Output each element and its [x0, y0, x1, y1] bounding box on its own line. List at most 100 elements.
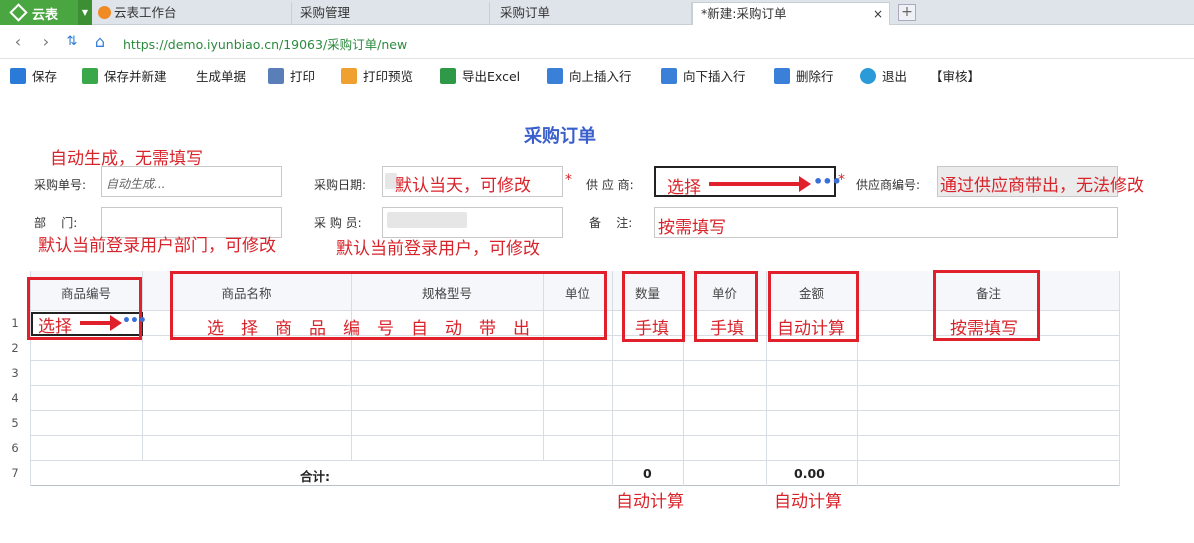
delete-row-label: 删除行: [796, 69, 834, 84]
more-options-icon[interactable]: •••: [122, 313, 147, 329]
red-arrow: [709, 176, 811, 192]
row-number: 6: [11, 441, 19, 455]
tab-label: 采购管理: [300, 5, 351, 20]
annotation-select: 选择: [667, 178, 701, 198]
brand-label: 云表: [32, 8, 59, 23]
red-arrow: [80, 315, 122, 331]
add-tab-button[interactable]: +: [898, 4, 916, 21]
close-icon[interactable]: ×: [873, 4, 883, 25]
insert-row-below-button[interactable]: 向下插入行: [661, 68, 746, 88]
tab-purchase-order[interactable]: 采购订单: [490, 2, 692, 25]
grid-line: [142, 271, 143, 461]
print-icon: [268, 68, 284, 84]
print-preview-label: 打印预览: [363, 69, 414, 84]
power-icon: [860, 68, 876, 84]
exit-button[interactable]: 退出: [860, 68, 907, 88]
audit-label: 【审核】: [930, 69, 981, 84]
more-options-icon[interactable]: •••: [813, 172, 842, 191]
export-excel-label: 导出Excel: [462, 69, 521, 84]
url-text[interactable]: https://demo.iyunbiao.cn/19063/采购订单/new: [123, 34, 407, 53]
tab-label: *新建:采购订单: [701, 6, 787, 21]
home-icon[interactable]: ⌂: [92, 33, 108, 51]
brand-menu[interactable]: 云表 ▼: [0, 0, 92, 25]
table-row[interactable]: [30, 436, 1120, 461]
grid-line: [766, 271, 767, 486]
insert-down-label: 向下插入行: [683, 69, 746, 84]
annotation-amount-auto: 自动计算: [777, 319, 845, 339]
row-number: 7: [11, 466, 19, 480]
page-title: 采购订单: [524, 126, 596, 147]
insert-up-label: 向上插入行: [569, 69, 632, 84]
insert-row-above-button[interactable]: 向上插入行: [547, 68, 632, 88]
supplier-label: 供 应 商:: [586, 178, 634, 192]
redacted-value: [387, 212, 467, 228]
toolbar: 保存 保存并新建 生成单据 打印 打印预览 导出Excel 向上插入行 向下插入…: [0, 60, 1194, 94]
caret-down-icon[interactable]: ▼: [78, 0, 92, 25]
save-new-icon: [82, 68, 98, 84]
remark-label: 备 注:: [589, 216, 633, 230]
address-bar: ‹ › ⇅ ⌂ https://demo.iyunbiao.cn/19063/采…: [0, 25, 1194, 59]
annotation-via-supplier: 通过供应商带出，无法修改: [940, 176, 1144, 196]
row-number: 2: [11, 341, 19, 355]
purchase-date-label: 采购日期:: [314, 178, 367, 192]
tab-purchase-management[interactable]: 采购管理: [292, 2, 490, 25]
total-qty: 0: [643, 466, 652, 481]
save-new-label: 保存并新建: [104, 69, 167, 84]
print-label: 打印: [290, 69, 316, 84]
tab-bar: 云表 ▼ 云表工作台 采购管理 采购订单 *新建:采购订单 × +: [0, 0, 1194, 25]
annotation-row-select: 选择: [38, 317, 72, 337]
annotation-default-today: 默认当天，可修改: [395, 176, 531, 196]
table-row[interactable]: [30, 386, 1120, 411]
app-window: 云表 ▼ 云表工作台 采购管理 采购订单 *新建:采购订单 × + ‹ › ⇅ …: [0, 0, 1194, 543]
annotation-fill-as-needed: 按需填写: [658, 218, 726, 238]
row-number: 5: [11, 416, 19, 430]
annotation-price-manual: 手填: [710, 319, 744, 339]
department-label: 部 门:: [34, 216, 78, 230]
print-preview-button[interactable]: 打印预览: [341, 68, 413, 88]
required-mark: *: [838, 172, 845, 188]
row-number: 3: [11, 366, 19, 380]
tab-new-purchase-order[interactable]: *新建:采购订单 ×: [692, 2, 890, 25]
table-row[interactable]: [30, 361, 1120, 386]
forward-icon[interactable]: ›: [38, 33, 54, 51]
table-row[interactable]: [30, 411, 1120, 436]
annotation-default-user: 默认当前登录用户，可修改: [336, 239, 540, 259]
insert-above-icon: [547, 68, 563, 84]
total-label: 合计:: [300, 469, 330, 484]
annotation-total-amount-auto: 自动计算: [774, 492, 842, 512]
order-number-label: 采购单号:: [34, 178, 87, 192]
save-label: 保存: [32, 69, 58, 84]
total-amount: 0.00: [794, 466, 825, 481]
workbench-icon: [98, 6, 111, 19]
annotation-total-qty-auto: 自动计算: [616, 492, 684, 512]
refresh-icon[interactable]: ⇅: [64, 33, 80, 51]
exit-label: 退出: [882, 69, 908, 84]
tab-workbench[interactable]: 云表工作台: [96, 2, 292, 25]
tab-label: 云表工作台: [114, 5, 177, 20]
annotation-auto-bring: 选 择 商 品 编 号 自 动 带 出: [207, 319, 530, 339]
annotation-qty-manual: 手填: [635, 319, 669, 339]
annotation-default-department: 默认当前登录用户部门，可修改: [38, 236, 276, 256]
print-button[interactable]: 打印: [268, 68, 315, 88]
total-row: [30, 461, 1120, 486]
order-number-field[interactable]: 自动生成...: [101, 166, 282, 197]
required-mark: *: [565, 172, 572, 188]
brand-logo-icon: [9, 3, 28, 22]
grid-line: [1119, 271, 1120, 486]
supplier-number-label: 供应商编号:: [856, 178, 921, 192]
delete-row-icon: [774, 68, 790, 84]
generate-label: 生成单据: [196, 69, 247, 84]
audit-button[interactable]: 【审核】: [930, 68, 980, 88]
save-button[interactable]: 保存: [10, 68, 57, 88]
print-preview-icon: [341, 68, 357, 84]
row-number: 4: [11, 391, 19, 405]
excel-icon: [440, 68, 456, 84]
row-number: 1: [11, 316, 19, 330]
tab-label: 采购订单: [500, 5, 551, 20]
save-and-new-button[interactable]: 保存并新建: [82, 68, 167, 88]
back-icon[interactable]: ‹: [10, 33, 26, 51]
delete-row-button[interactable]: 删除行: [774, 68, 834, 88]
generate-document-button[interactable]: 生成单据: [196, 68, 246, 88]
export-excel-button[interactable]: 导出Excel: [440, 68, 520, 88]
grid-line: [612, 271, 613, 486]
